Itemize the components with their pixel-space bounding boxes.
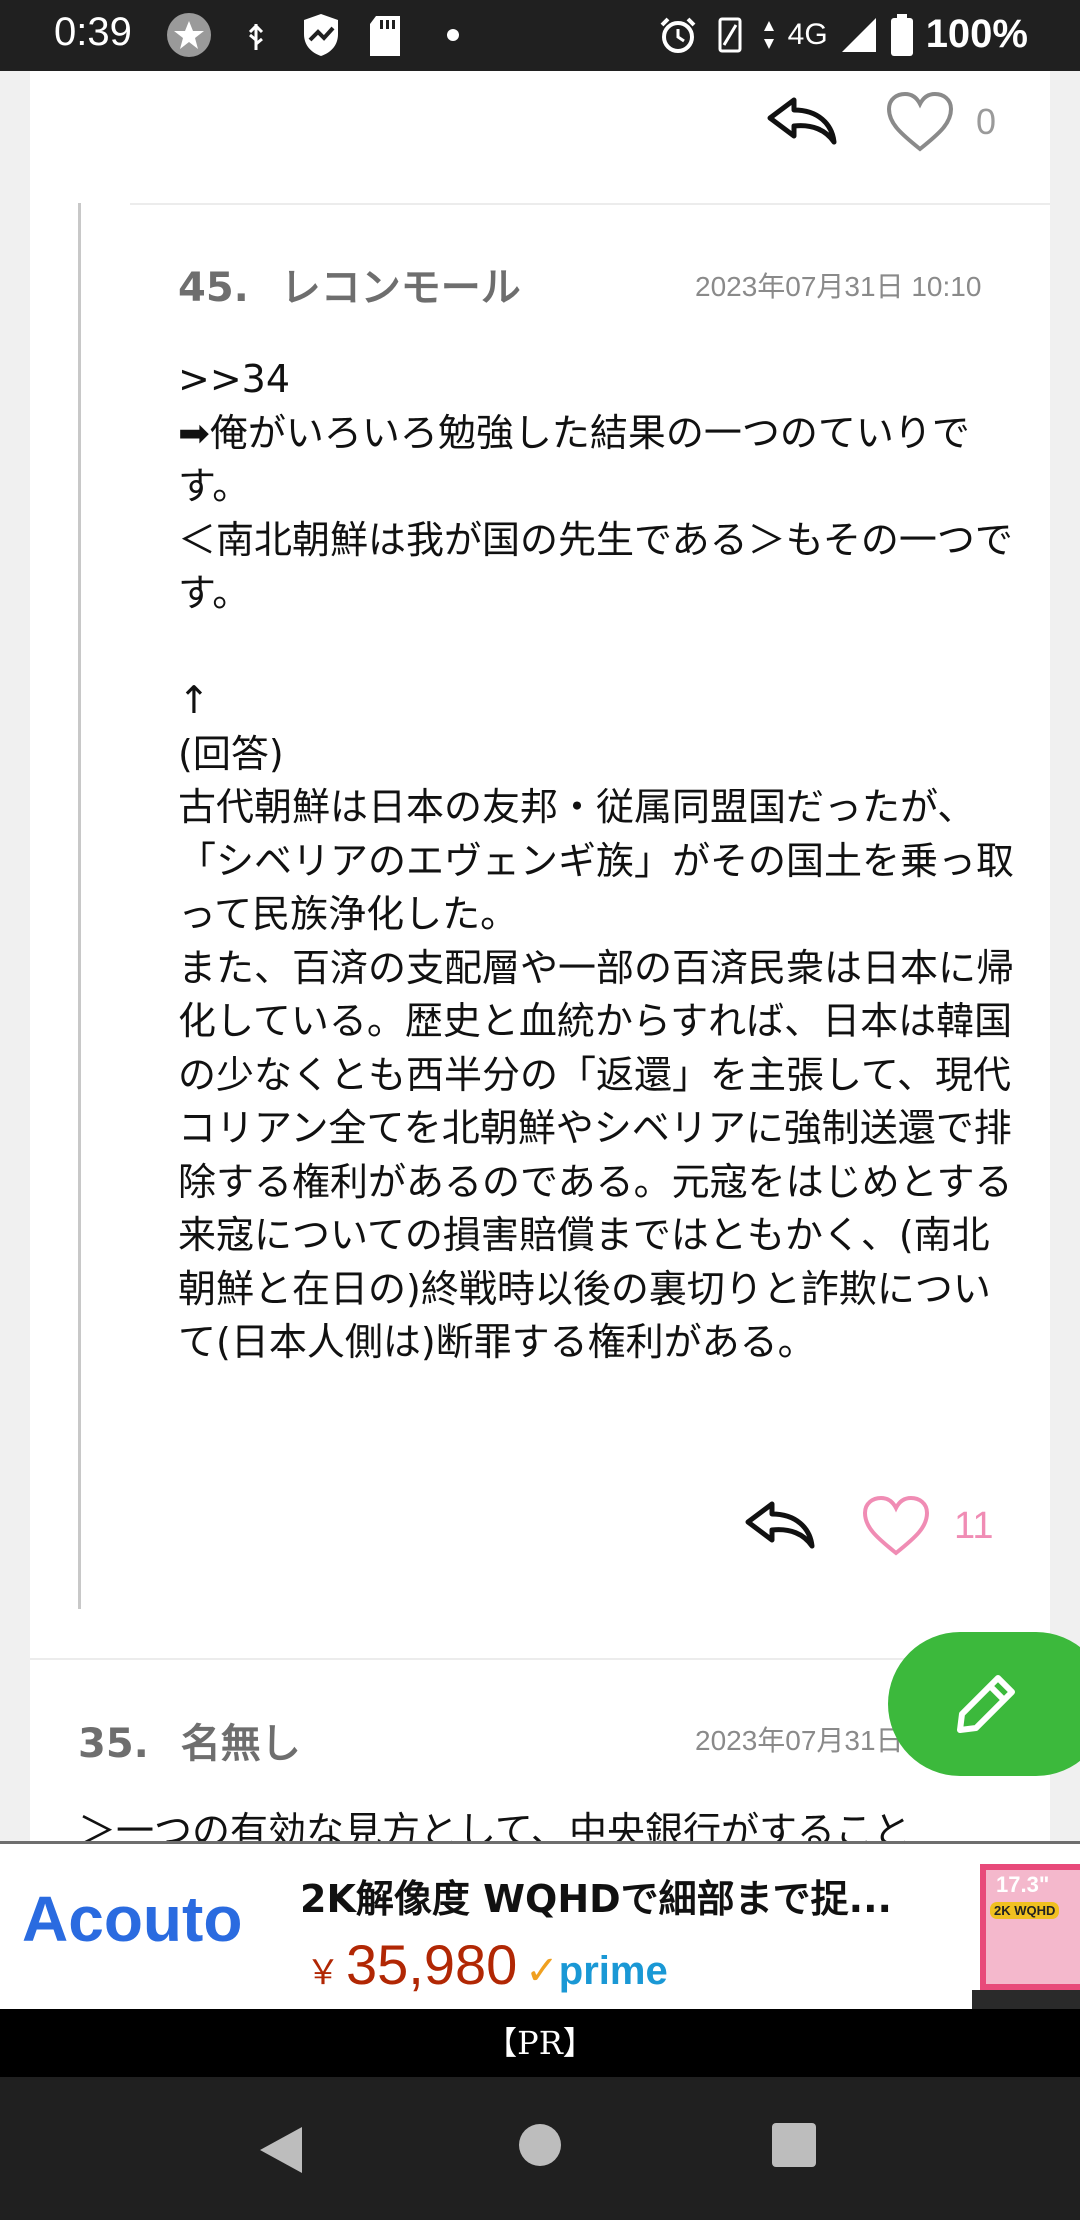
vibrate-icon — [718, 17, 742, 52]
ad-title[interactable]: 2K解像度 WQHDで細部まで捉... — [300, 1868, 892, 1923]
next-post-header: 35. 名無し — [78, 1711, 301, 1769]
post-body: >>34 ➡俺がいろいろ勉強した結果の一つのていりです。 ＜南北朝鮮は我が国の先… — [178, 357, 1015, 1364]
battery-percent: 100% — [925, 12, 1028, 56]
status-time: 0:39 — [54, 10, 132, 54]
status-bar: 0:39 4G 100% — [0, 0, 1080, 71]
vpn-shield-icon — [304, 14, 338, 56]
post-author: 名無し — [180, 1721, 301, 1767]
reply-divider — [130, 203, 1050, 205]
compose-button[interactable] — [888, 1632, 1080, 1776]
ad-banner[interactable]: Acouto 2K解像度 WQHDで細部まで捉... ￥ 35,980 ✓ pr… — [0, 1841, 1080, 2009]
ad-price-row: ￥ 35,980 ✓ prime — [306, 1932, 668, 1997]
ad-brand-logo: Acouto — [22, 1883, 243, 1955]
reply-post-actions: 11 — [744, 1495, 993, 1557]
pr-label: 【PR】 — [0, 2009, 1080, 2077]
reply-icon[interactable] — [744, 1500, 816, 1552]
like-heart-icon[interactable] — [886, 91, 954, 153]
post-number: 45. — [178, 265, 249, 311]
reply-post-header: 45. レコンモール — [178, 255, 521, 313]
signal-icon — [841, 17, 876, 52]
prime-check-icon: ✓ — [525, 1948, 559, 1994]
like-heart-icon[interactable] — [862, 1495, 930, 1557]
sd-card-icon — [370, 16, 400, 56]
post-separator — [30, 1658, 1050, 1660]
network-type: 4G — [787, 17, 828, 51]
ad-price: 35,980 — [346, 1933, 518, 1996]
dot-icon — [447, 29, 459, 41]
ad-currency: ￥ — [306, 1953, 340, 1993]
back-nav-icon[interactable] — [256, 2123, 306, 2177]
like-count: 0 — [976, 101, 997, 142]
previous-post-actions: 0 — [766, 91, 996, 153]
data-arrows-icon — [763, 20, 774, 49]
post-author: レコンモール — [280, 265, 521, 311]
pencil-icon — [957, 1675, 1015, 1733]
battery-icon — [890, 13, 913, 56]
ad-image-size-text: 17.3" — [996, 1872, 1050, 1897]
usb-icon — [248, 23, 264, 50]
reply-icon[interactable] — [766, 96, 838, 148]
thread-content: 0 45. レコンモール 2023年07月31日 10:10 >>34 ➡俺がい… — [30, 71, 1050, 1853]
reply-indent-line — [78, 203, 81, 1609]
status-right-group: 4G 100% — [658, 12, 1028, 57]
post-date: 2023年07月31日 — [695, 1725, 904, 1756]
post-number: 35. — [78, 1721, 149, 1767]
recents-nav-icon[interactable] — [772, 2123, 816, 2167]
ad-image-badge-text: 2K WQHD — [990, 1902, 1060, 1919]
post-date: 2023年07月31日 10:10 — [695, 271, 982, 302]
home-nav-icon[interactable] — [518, 2123, 562, 2167]
ad-prime-label: prime — [558, 1949, 668, 1993]
navigation-bar — [0, 2077, 1080, 2220]
like-count: 11 — [954, 1504, 994, 1547]
star-notification-icon — [167, 13, 211, 57]
alarm-icon — [660, 17, 696, 53]
